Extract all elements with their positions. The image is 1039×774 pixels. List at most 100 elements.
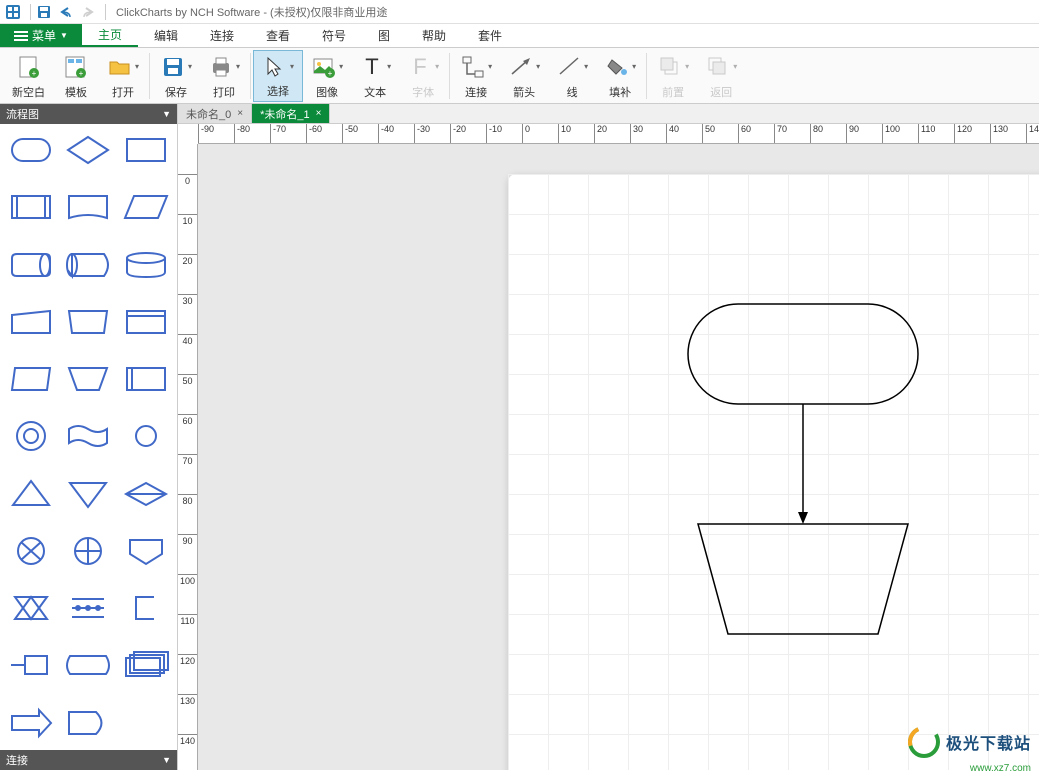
doc-tab-0[interactable]: 未命名_0 × [178,104,252,123]
ribbon: +新空白+模板▾打开▾保存▾打印▾选择+▾图像T▾文本F▾字体▾连接▾箭头▾线▾… [0,48,1039,104]
ruler-tick: 20 [178,254,197,266]
shape-palette-item-20[interactable] [119,474,173,514]
ruler-tick: 90 [178,534,197,546]
main-menu-button[interactable]: 菜单 ▼ [0,24,82,47]
ruler-tick: -40 [378,124,394,143]
ribbon-save-button[interactable]: ▾保存 [152,50,200,102]
ruler-vertical: 0102030405060708090100110120130140150 [178,144,198,770]
shape-palette-item-8[interactable] [119,245,173,285]
ruler-tick: 30 [178,294,197,306]
svg-text:F: F [413,54,426,79]
menu-tab-view[interactable]: 查看 [250,24,306,47]
shape-palette-item-4[interactable] [62,187,116,227]
menu-tab-symbol[interactable]: 符号 [306,24,362,47]
template-icon: + [63,52,89,82]
ruler-tick: 70 [774,124,787,143]
shape-palette-item-2[interactable] [119,130,173,170]
shape-palette-item-26[interactable] [119,588,173,628]
ribbon-line-button[interactable]: ▾线 [548,50,596,102]
menu-tab-help[interactable]: 帮助 [406,24,462,47]
qat-divider [30,4,31,20]
ruler-tick: 50 [702,124,715,143]
shapes-panel-header[interactable]: 流程图 ▼ [0,104,177,124]
menu-tab-edit[interactable]: 编辑 [138,24,194,47]
ruler-tick: 20 [594,124,607,143]
redo-icon[interactable] [79,3,97,21]
ruler-tick: -10 [486,124,502,143]
shape-palette-item-30[interactable] [4,703,58,743]
shape-palette-item-0[interactable] [4,130,58,170]
flowchart-manual-operation[interactable] [698,524,908,634]
shape-palette-item-16[interactable] [62,416,116,456]
undo-icon[interactable] [57,3,75,21]
print-icon: ▾ [208,52,240,82]
shape-palette-item-15[interactable] [4,416,58,456]
ribbon-image-button[interactable]: +▾图像 [303,50,351,102]
shapes-panel-footer[interactable]: 连接 ▼ [0,750,177,770]
ribbon-font-button: F▾字体 [399,50,447,102]
flowchart-terminator[interactable] [688,304,918,404]
shape-palette-item-31[interactable] [62,703,116,743]
ribbon-open-button[interactable]: ▾打开 [99,50,147,102]
ruler-tick: 110 [918,124,935,143]
shape-palette-item-5[interactable] [119,187,173,227]
shape-palette-item-23[interactable] [119,531,173,571]
shapes-grid [0,124,177,750]
shapes-panel: 流程图 ▼ 连接 ▼ [0,104,178,770]
shape-palette-item-14[interactable] [119,359,173,399]
ruler-tick: 10 [558,124,571,143]
menu-tab-diagram[interactable]: 图 [362,24,406,47]
ruler-tick: 30 [630,124,643,143]
ruler-tick: -60 [306,124,322,143]
ruler-tick: 80 [178,494,197,506]
ribbon-arrow-button[interactable]: ▾箭头 [500,50,548,102]
watermark: 极光下载站 www.xz7.com [906,724,1031,760]
svg-text:T: T [365,54,378,79]
doc-tabs: 未命名_0 × *未命名_1 × [178,104,1039,124]
ribbon-separator [149,53,150,99]
shape-palette-item-18[interactable] [4,474,58,514]
shape-palette-item-29[interactable] [119,645,173,685]
title-bar: ClickCharts by NCH Software - (未授权)仅限非商业… [0,0,1039,24]
app-icon[interactable] [4,3,22,21]
menu-tab-home[interactable]: 主页 [82,24,138,47]
arrow-icon: ▾ [508,52,540,82]
shape-palette-item-1[interactable] [62,130,116,170]
shape-palette-item-28[interactable] [62,645,116,685]
shape-palette-item-10[interactable] [62,302,116,342]
shape-palette-item-27[interactable] [4,645,58,685]
ruler-tick: -90 [198,124,214,143]
shape-palette-item-6[interactable] [4,245,58,285]
ribbon-text-button[interactable]: T▾文本 [351,50,399,102]
shape-palette-item-24[interactable] [4,588,58,628]
shape-palette-item-21[interactable] [4,531,58,571]
shape-palette-item-17[interactable] [119,416,173,456]
menu-tab-connect[interactable]: 连接 [194,24,250,47]
ruler-tick: -30 [414,124,430,143]
ribbon-fill-button[interactable]: ▾填补 [596,50,644,102]
shape-palette-item-12[interactable] [4,359,58,399]
back-icon: ▾ [705,52,737,82]
close-icon[interactable]: × [316,108,322,119]
shape-palette-item-19[interactable] [62,474,116,514]
shape-palette-item-25[interactable] [62,588,116,628]
shape-palette-item-22[interactable] [62,531,116,571]
front-icon: ▾ [657,52,689,82]
shape-palette-item-7[interactable] [62,245,116,285]
doc-tab-1[interactable]: *未命名_1 × [252,104,330,123]
ribbon-select-button[interactable]: ▾选择 [253,50,303,102]
shape-palette-item-13[interactable] [62,359,116,399]
ribbon-template-button[interactable]: +模板 [53,50,99,102]
canvas[interactable] [198,144,1039,770]
save-icon[interactable] [35,3,53,21]
menu-tab-suite[interactable]: 套件 [462,24,518,47]
ruler-tick: 140 [1026,124,1039,143]
shape-palette-item-11[interactable] [119,302,173,342]
shape-palette-item-9[interactable] [4,302,58,342]
main-menu-label: 菜单 [32,27,56,44]
shape-palette-item-3[interactable] [4,187,58,227]
ribbon-print-button[interactable]: ▾打印 [200,50,248,102]
close-icon[interactable]: × [237,108,243,119]
ribbon-new-button[interactable]: +新空白 [4,50,53,102]
ribbon-connect-button[interactable]: ▾连接 [452,50,500,102]
